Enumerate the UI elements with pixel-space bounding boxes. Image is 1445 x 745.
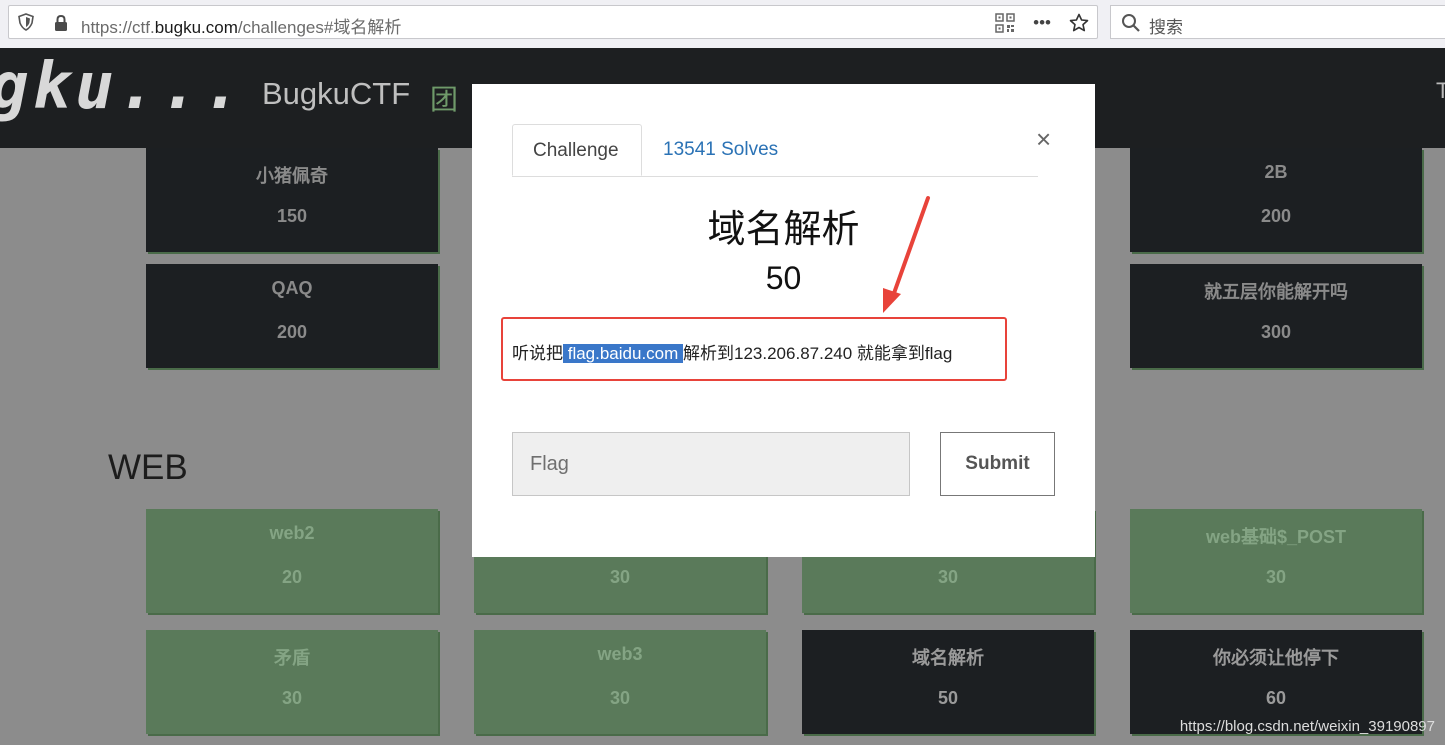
challenge-card-points: 300 — [1260, 322, 1292, 342]
challenge-card-title: 2B — [1264, 162, 1288, 182]
challenge-card[interactable]: web2 20 — [146, 509, 438, 613]
url-text[interactable]: https://ctf.bugku.com/challenges#域名解析 — [81, 13, 401, 38]
challenge-card[interactable]: web3 30 — [474, 630, 766, 734]
challenge-card-points: 50 — [937, 688, 959, 708]
description-text: 听说把 — [512, 344, 563, 363]
qr-code-icon[interactable] — [995, 13, 1015, 33]
section-title-web: WEB — [108, 448, 188, 487]
challenge-card-points: 200 — [1260, 206, 1292, 226]
search-placeholder: 搜索 — [1149, 18, 1183, 37]
challenge-card-title: 矛盾 — [274, 648, 310, 668]
challenge-card-title: 小猪佩奇 — [256, 166, 328, 186]
description-text: 解析到123.206.87.240 就能拿到flag — [683, 344, 953, 363]
challenge-card-title: web3 — [597, 644, 643, 664]
challenge-card-points: 30 — [1265, 567, 1287, 587]
tab-challenge[interactable]: Challenge — [512, 124, 642, 176]
flag-input[interactable] — [512, 432, 910, 496]
url-prefix: https://ctf. — [81, 18, 155, 37]
challenge-card-title: 域名解析 — [912, 648, 984, 668]
url-domain: bugku.com — [154, 18, 238, 37]
challenge-card[interactable]: 2B 200 — [1130, 148, 1422, 252]
challenge-card[interactable]: QAQ 200 — [146, 264, 438, 368]
challenge-card-title: QAQ — [271, 278, 313, 298]
challenge-card[interactable]: web基础$_POST 30 — [1130, 509, 1422, 613]
search-icon — [1122, 14, 1140, 32]
challenge-card-points: 30 — [609, 688, 631, 708]
challenge-card-title: 就五层你能解开吗 — [1204, 282, 1348, 302]
challenge-points: 50 — [765, 260, 802, 296]
challenge-card-points: 200 — [276, 322, 308, 342]
challenge-card-points: 30 — [281, 688, 303, 708]
address-bar[interactable]: https://ctf.bugku.com/challenges#域名解析 ••… — [8, 5, 1098, 39]
watermark: https://blog.csdn.net/weixin_39190897 — [1179, 718, 1435, 735]
challenge-card[interactable]: 就五层你能解开吗 300 — [1130, 264, 1422, 368]
challenge-card-title: 你必须让他停下 — [1213, 648, 1339, 668]
challenge-card[interactable]: 域名解析 50 — [802, 630, 1094, 734]
lock-icon[interactable] — [53, 14, 69, 32]
selected-domain-text: flag.baidu.com — [563, 344, 684, 363]
challenge-modal: Challenge 13541 Solves × 域名解析 50 听说把 fla… — [472, 84, 1095, 557]
challenge-card-points: 30 — [937, 567, 959, 587]
url-suffix: /challenges#域名解析 — [237, 18, 402, 37]
challenge-card[interactable]: 小猪佩奇 150 — [146, 148, 438, 252]
challenge-card-points: 30 — [609, 567, 631, 587]
nav-item-right[interactable]: T — [1436, 78, 1445, 104]
challenge-title: 域名解析 — [707, 209, 860, 251]
site-logo[interactable]: gku... — [0, 50, 245, 124]
close-button[interactable]: × — [1036, 126, 1051, 152]
browser-search-bar[interactable]: 搜索 — [1110, 5, 1445, 39]
tab-solves[interactable]: 13541 Solves — [643, 124, 798, 176]
challenge-card[interactable]: 矛盾 30 — [146, 630, 438, 734]
challenge-card-points: 60 — [1265, 688, 1287, 708]
challenge-card-title: web基础$_POST — [1205, 527, 1347, 547]
url-actions: ••• — [995, 12, 1089, 34]
browser-toolbar: https://ctf.bugku.com/challenges#域名解析 ••… — [0, 0, 1445, 48]
challenge-card-points: 150 — [276, 206, 308, 226]
challenge-card-points: 20 — [281, 567, 303, 587]
star-icon[interactable] — [1069, 13, 1089, 33]
brand-link[interactable]: BugkuCTF — [262, 76, 410, 112]
challenge-card-title: web2 — [269, 523, 315, 543]
submit-button[interactable]: Submit — [940, 432, 1055, 496]
shield-icon[interactable] — [18, 13, 34, 31]
challenge-description: 听说把 flag.baidu.com 解析到123.206.87.240 就能拿… — [512, 339, 952, 364]
page-actions-menu-button[interactable]: ••• — [1033, 12, 1051, 34]
modal-tabs: Challenge 13541 Solves — [512, 124, 1038, 177]
